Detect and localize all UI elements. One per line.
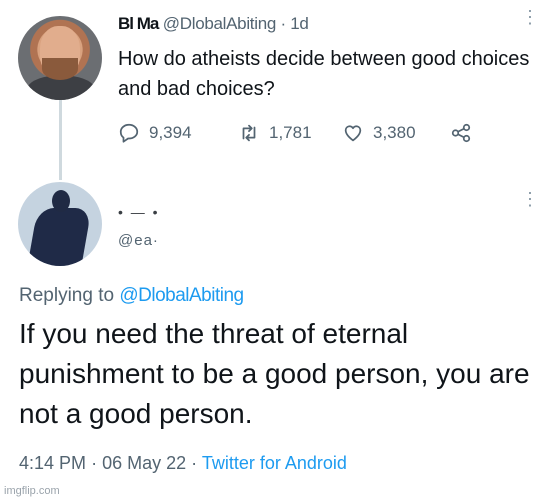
tweet1-time[interactable]: 1d	[290, 14, 309, 33]
tweet2-author-name[interactable]: • — •	[118, 204, 288, 222]
tweet2-date[interactable]: 06 May 22	[102, 453, 186, 473]
tweet2-meta: 4:14 PM · 06 May 22 · Twitter for Androi…	[19, 453, 347, 474]
separator: ·	[280, 14, 286, 33]
tweet1-handle[interactable]: @DlobalAbiting	[163, 14, 277, 33]
tweet2-source[interactable]: Twitter for Android	[202, 453, 347, 473]
more-options-icon[interactable]: ⋮	[521, 190, 539, 208]
imgflip-watermark: imgflip.com	[4, 485, 60, 497]
avatar-silhouette-body	[26, 208, 92, 266]
retweet-count: 1,781	[269, 123, 312, 142]
like-button[interactable]: 3,380	[342, 122, 416, 144]
avatar-tweet1[interactable]	[18, 16, 102, 100]
reply-count: 9,394	[149, 123, 192, 142]
reply-button[interactable]: 9,394	[118, 122, 192, 144]
tweet2-time[interactable]: 4:14 PM	[19, 453, 86, 473]
separator: ·	[191, 453, 198, 473]
avatar-beard	[42, 58, 78, 80]
more-options-icon[interactable]: ⋮	[521, 8, 539, 26]
tweet2-handle[interactable]: @ea·	[118, 232, 159, 249]
avatar-silhouette-head	[52, 190, 70, 212]
reply-icon	[119, 123, 139, 143]
replying-to-line: Replying to @DlobalAbiting	[19, 285, 244, 307]
retweet-icon	[242, 124, 256, 142]
like-count: 3,380	[373, 123, 416, 142]
replying-to-handle[interactable]: @DlobalAbiting	[119, 285, 244, 306]
tweet1-author-row: Bl Ma @DlobalAbiting · 1d	[118, 14, 448, 36]
share-button[interactable]	[450, 122, 472, 144]
tweet2-text: If you need the threat of eternal punish…	[19, 318, 530, 429]
thread-line	[59, 100, 62, 180]
replying-to-label: Replying to	[19, 285, 115, 306]
avatar-tweet2[interactable]	[18, 182, 102, 266]
retweet-button[interactable]: 1,781	[238, 122, 312, 144]
tweet1-actions: 9,394 1,781 3,380	[118, 122, 478, 144]
like-icon	[344, 125, 362, 142]
tweet1-text: How do atheists decide between good choi…	[118, 48, 530, 100]
separator: ·	[91, 453, 98, 473]
tweet1-author-name[interactable]: Bl Ma	[118, 14, 159, 33]
share-icon	[451, 123, 471, 143]
